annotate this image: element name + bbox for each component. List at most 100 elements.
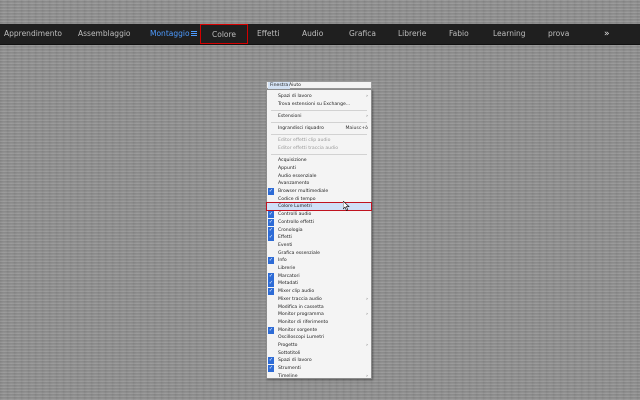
checkmark-icon: ✓	[268, 280, 274, 288]
menu-item[interactable]: Estensioni ›	[267, 113, 371, 120]
submenu-arrow-icon: ›	[366, 94, 368, 99]
checkmark-icon: ✓	[268, 257, 274, 265]
menu-item[interactable]: Colore Lumetri	[266, 202, 372, 212]
menu-item[interactable]: Mixer traccia audio ›	[267, 296, 371, 303]
menu-item[interactable]: Timeline ›	[267, 373, 371, 380]
menu-item-label: Librerie	[278, 266, 296, 271]
menu-item[interactable]: Monitor di riferimento	[267, 319, 371, 326]
checkmark-icon: ✓	[268, 211, 274, 219]
workspace-tab-assemblaggio[interactable]: Assemblaggio	[78, 24, 131, 44]
menu-item-label: Audio essenziale	[278, 173, 317, 179]
menu-item-label: Spazi di lavoro	[278, 94, 312, 99]
workspace-tab-grafica[interactable]: Grafica	[349, 24, 376, 44]
menu-item-label: Progetto	[278, 343, 298, 348]
menu-item: Editor effetti traccia audio	[267, 145, 371, 152]
menu-item[interactable]: ✓ Monitor sorgente	[267, 326, 371, 334]
menu-item-label: Codice di tempo	[278, 196, 316, 202]
menu-item[interactable]: Codice di tempo	[267, 196, 371, 203]
menu-item[interactable]: Librerie	[267, 265, 371, 272]
workspace-tab-colore[interactable]: Colore	[200, 24, 249, 44]
workspace-tab-fabio[interactable]: Fabio	[449, 24, 469, 44]
menu-item-label: Modifica in cassetta	[278, 304, 324, 310]
menu-item[interactable]: ✓ Controllo effetti	[267, 218, 371, 226]
submenu-arrow-icon: ›	[366, 113, 368, 119]
menu-item-label: Info	[278, 258, 287, 264]
menu-item[interactable]: Oscilloscopi Lumetri	[267, 334, 371, 341]
submenu-arrow-icon: ›	[366, 343, 368, 348]
menu-item: Editor effetti clip audio	[267, 137, 371, 144]
menu-item[interactable]: ✓ Metadati	[267, 280, 371, 288]
menu-item[interactable]: ✓ Effetti	[267, 234, 371, 242]
menu-item[interactable]: Modifica in cassetta	[267, 304, 371, 311]
menu-item-label: Controlli audio	[278, 212, 312, 218]
menu-item-shortcut: Maiusc+ò	[345, 126, 368, 132]
finestra-dropdown-menu: Spazi di lavoro › Trova estensioni su Exch…	[266, 89, 372, 379]
menu-item-label: Mixer traccia audio	[278, 296, 322, 302]
menu-item[interactable]: Monitor programma ›	[267, 311, 371, 318]
menu-item-label: Acquisizione	[278, 158, 307, 164]
submenu-arrow-icon: ›	[366, 296, 368, 302]
checkmark-icon: ✓	[268, 357, 274, 365]
menu-item-label: Trova estensioni su Exchange...	[278, 101, 351, 107]
menu-item-label: Oscilloscopi Lumetri	[278, 335, 325, 341]
checkmark-icon: ✓	[268, 272, 274, 280]
menu-separator	[271, 122, 367, 124]
submenu-arrow-icon: ›	[366, 312, 368, 318]
checkmark-icon: ✓	[268, 234, 274, 242]
menu-item-label: Controllo effetti	[278, 219, 314, 225]
workspace-menu-icon[interactable]	[191, 31, 197, 37]
checkmark-icon: ✓	[268, 365, 274, 373]
menu-separator	[271, 154, 367, 156]
menu-item-label: Ingrandisci riquadro	[278, 126, 324, 132]
menu-item-label: Avanzamento	[278, 181, 310, 187]
menu-item[interactable]: ✓ Strumenti	[267, 365, 371, 373]
menu-item-label: Marcatori	[278, 273, 300, 279]
menu-item[interactable]: ✓ Spazi di lavoro	[267, 357, 371, 365]
application-menubar: Finestra Aiuto	[266, 81, 372, 89]
menu-item-label: Timeline	[278, 373, 298, 379]
menu-item-label: Monitor programma	[278, 312, 324, 318]
workspace-tab-effetti[interactable]: Effetti	[257, 24, 280, 44]
menu-item[interactable]: Eventi	[267, 242, 371, 249]
menu-item[interactable]: Audio essenziale	[267, 173, 371, 180]
menu-item[interactable]: ✓ Browser multimediale	[267, 188, 371, 195]
menu-item-label: Effetti	[278, 235, 292, 241]
menu-item[interactable]: Avanzamento	[267, 180, 371, 187]
menu-item-label: Browser multimediale	[278, 189, 329, 194]
menu-item-label: Monitor sorgente	[278, 327, 318, 333]
menu-item[interactable]: Trova estensioni su Exchange...	[267, 101, 371, 108]
menu-item[interactable]: Progetto ›	[267, 342, 371, 349]
menu-item-label: Editor effetti traccia audio	[278, 146, 339, 151]
menu-item[interactable]: Appunti	[267, 165, 371, 172]
menu-item-label: Metadati	[278, 281, 299, 287]
menu-aiuto[interactable]: Aiuto	[287, 82, 303, 89]
menu-item-label: Eventi	[278, 242, 293, 248]
checkmark-icon: ✓	[268, 326, 274, 334]
menu-item[interactable]: Grafica essenziale	[267, 250, 371, 257]
workspace-tab-apprendimento[interactable]: Apprendimento	[4, 24, 62, 44]
submenu-arrow-icon: ›	[366, 373, 368, 379]
menu-item-label: Sottotitoli	[278, 350, 301, 356]
menu-item[interactable]: ✓ Controlli audio	[267, 211, 371, 219]
workspace-tab-montaggio[interactable]: Montaggio	[150, 24, 190, 44]
menu-item-label: Editor effetti clip audio	[278, 138, 331, 144]
workspace-tab-prova[interactable]: prova	[548, 24, 569, 44]
menu-item[interactable]: Sottotitoli	[267, 350, 371, 357]
menu-item[interactable]: ✓ Mixer clip audio	[267, 288, 371, 296]
menu-item-label: Appunti	[278, 165, 296, 171]
workspace-tab-audio[interactable]: Audio	[302, 24, 323, 44]
menu-item-label: Estensioni	[278, 113, 302, 119]
menu-item-label: Grafica essenziale	[278, 250, 320, 256]
workspace-tab-learning[interactable]: Learning	[493, 24, 526, 44]
more-workspaces-icon[interactable]: »	[604, 24, 610, 44]
checkmark-icon: ✓	[268, 288, 274, 296]
menu-item[interactable]: Acquisizione	[267, 157, 371, 164]
menu-item[interactable]: Spazi di lavoro ›	[267, 93, 371, 100]
mouse-cursor-icon	[343, 201, 350, 211]
menu-item[interactable]: ✓ Info	[267, 257, 371, 265]
menu-item[interactable]: Ingrandisci riquadro Maiusc+ò	[267, 125, 371, 132]
workspace-tab-librerie[interactable]: Librerie	[398, 24, 426, 44]
menu-item[interactable]: ✓ Cronologia	[267, 226, 371, 234]
menu-item-label: Colore Lumetri	[278, 204, 312, 210]
menu-item[interactable]: ✓ Marcatori	[267, 272, 371, 280]
